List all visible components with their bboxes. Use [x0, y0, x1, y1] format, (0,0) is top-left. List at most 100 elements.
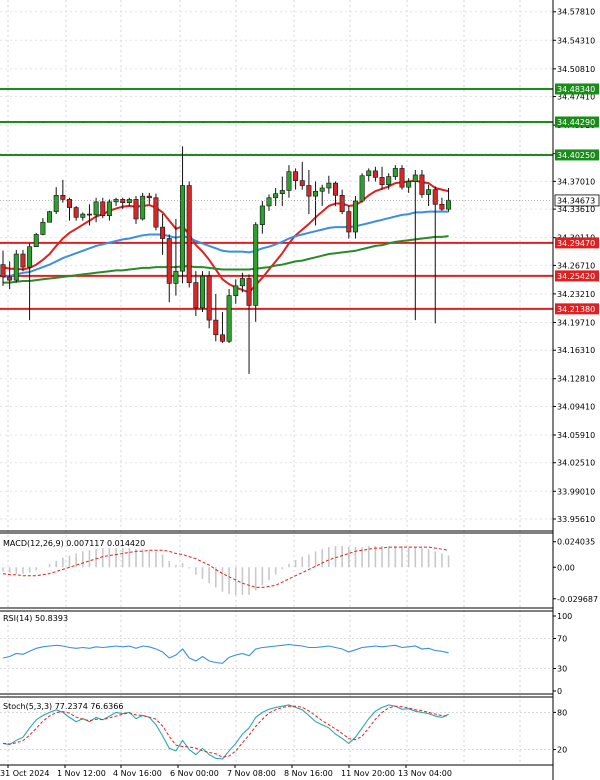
candle-body-down — [372, 170, 378, 178]
candle — [0, 250, 6, 286]
macd-tick-label: 0.024035 — [557, 538, 595, 547]
candle-body-up — [446, 199, 452, 210]
candle-body-up — [273, 193, 279, 199]
rsi-line — [2, 643, 449, 664]
candle-body-up — [313, 190, 319, 197]
price-tick-label: 34.02510 — [557, 459, 595, 468]
stoch-tick-label: 20 — [557, 746, 567, 755]
candle-body-down — [186, 185, 192, 283]
candle — [412, 170, 418, 321]
level-tag-label: 34.29470 — [557, 239, 595, 248]
rsi-tick-label: 0 — [557, 687, 562, 696]
price-tick-label: 34.37010 — [557, 177, 595, 186]
current-price-label: 34.34673 — [557, 196, 595, 205]
rsi-tick-label: 70 — [557, 635, 567, 644]
candle — [180, 146, 186, 284]
candle-body-down — [100, 201, 106, 217]
candle — [233, 279, 239, 304]
candle — [226, 289, 232, 343]
candle — [219, 311, 225, 343]
macd-tick-label: -0.029687 — [557, 595, 598, 604]
candle — [166, 234, 172, 303]
candle-body-down — [86, 213, 92, 216]
price-tick-label: 34.23210 — [557, 290, 595, 299]
candle-body-down — [120, 199, 126, 203]
price-tick-label: 34.12810 — [557, 375, 595, 384]
candle — [206, 271, 212, 329]
level-tag-label: 34.25420 — [557, 272, 595, 281]
candle-body-down — [153, 197, 159, 228]
candle-body-up — [359, 175, 365, 202]
candle — [20, 249, 26, 272]
candle-body-down — [299, 180, 305, 186]
rsi-panel: RSI(14) 50.8393 100 70 30 0 — [0, 612, 572, 696]
candle-body-up — [106, 201, 112, 217]
candle-body-down — [346, 211, 352, 233]
candle-body-up — [200, 275, 206, 309]
candle — [213, 294, 219, 342]
candle-body-up — [40, 221, 46, 235]
candle — [100, 197, 106, 219]
candle — [286, 165, 292, 198]
support-resistance-levels — [0, 87, 553, 310]
chart-canvas: 34.5781034.5431034.5081034.4741034.43910… — [0, 0, 600, 780]
candle-body-down — [206, 275, 212, 321]
candle-body-up — [13, 253, 19, 281]
candle — [113, 197, 119, 206]
candle — [379, 166, 385, 190]
candle-body-down — [213, 319, 219, 336]
candle — [432, 186, 438, 324]
candle-body-up — [126, 199, 132, 203]
candle — [173, 218, 179, 296]
time-tick-label: 8 Nov 16:00 — [284, 769, 333, 778]
candle-body-up — [140, 195, 146, 220]
candle-body-up — [180, 185, 186, 272]
price-tick-label: 34.26710 — [557, 261, 595, 270]
candle — [339, 189, 345, 215]
candle — [60, 179, 66, 203]
candle-body-down — [7, 276, 13, 281]
candle — [140, 192, 146, 221]
candle — [47, 210, 53, 223]
candle-body-down — [219, 334, 225, 342]
price-tick-label: 34.54310 — [557, 36, 595, 45]
price-tick-label: 34.57810 — [557, 8, 595, 17]
candle — [106, 199, 112, 221]
price-tick-label: 34.19710 — [557, 318, 595, 327]
candle — [40, 218, 46, 236]
candle-body-up — [27, 246, 33, 268]
candle — [266, 194, 272, 211]
candle-body-up — [286, 171, 292, 191]
candle — [13, 249, 19, 283]
candle — [200, 271, 206, 312]
time-tick-label: 13 Nov 04:00 — [398, 769, 452, 778]
candle-body-up — [426, 189, 432, 195]
candle — [73, 205, 79, 221]
candlestick-series — [0, 146, 452, 374]
candle-body-up — [259, 205, 265, 225]
candle — [153, 193, 159, 231]
level-tag-label: 34.21380 — [557, 305, 595, 314]
time-tick-label: 6 Nov 00:00 — [170, 769, 219, 778]
candle-body-down — [166, 238, 172, 284]
candle-body-down — [73, 207, 79, 218]
time-tick-label: 7 Nov 08:00 — [227, 769, 276, 778]
stochastic-panel: Stoch(5,3,3) 77.2374 76.6366 80 20 — [0, 702, 567, 760]
candle-body-up — [326, 182, 332, 189]
candle-body-down — [339, 195, 345, 212]
candle — [372, 166, 378, 182]
candle — [273, 187, 279, 206]
candle-body-up — [352, 200, 358, 233]
candle-body-up — [392, 168, 398, 177]
candle — [366, 168, 372, 182]
candle-body-up — [93, 201, 99, 216]
candle — [419, 170, 425, 198]
candle-body-down — [419, 174, 425, 195]
candle — [253, 222, 259, 322]
candle — [33, 232, 39, 248]
level-tag-label: 34.44290 — [557, 118, 595, 127]
candle-body-up — [406, 181, 412, 188]
time-tick-label: 31 Oct 2024 — [0, 769, 49, 778]
rsi-tick-label: 30 — [557, 665, 567, 674]
price-axis: 34.5781034.5431034.5081034.4741034.43910… — [0, 0, 600, 780]
